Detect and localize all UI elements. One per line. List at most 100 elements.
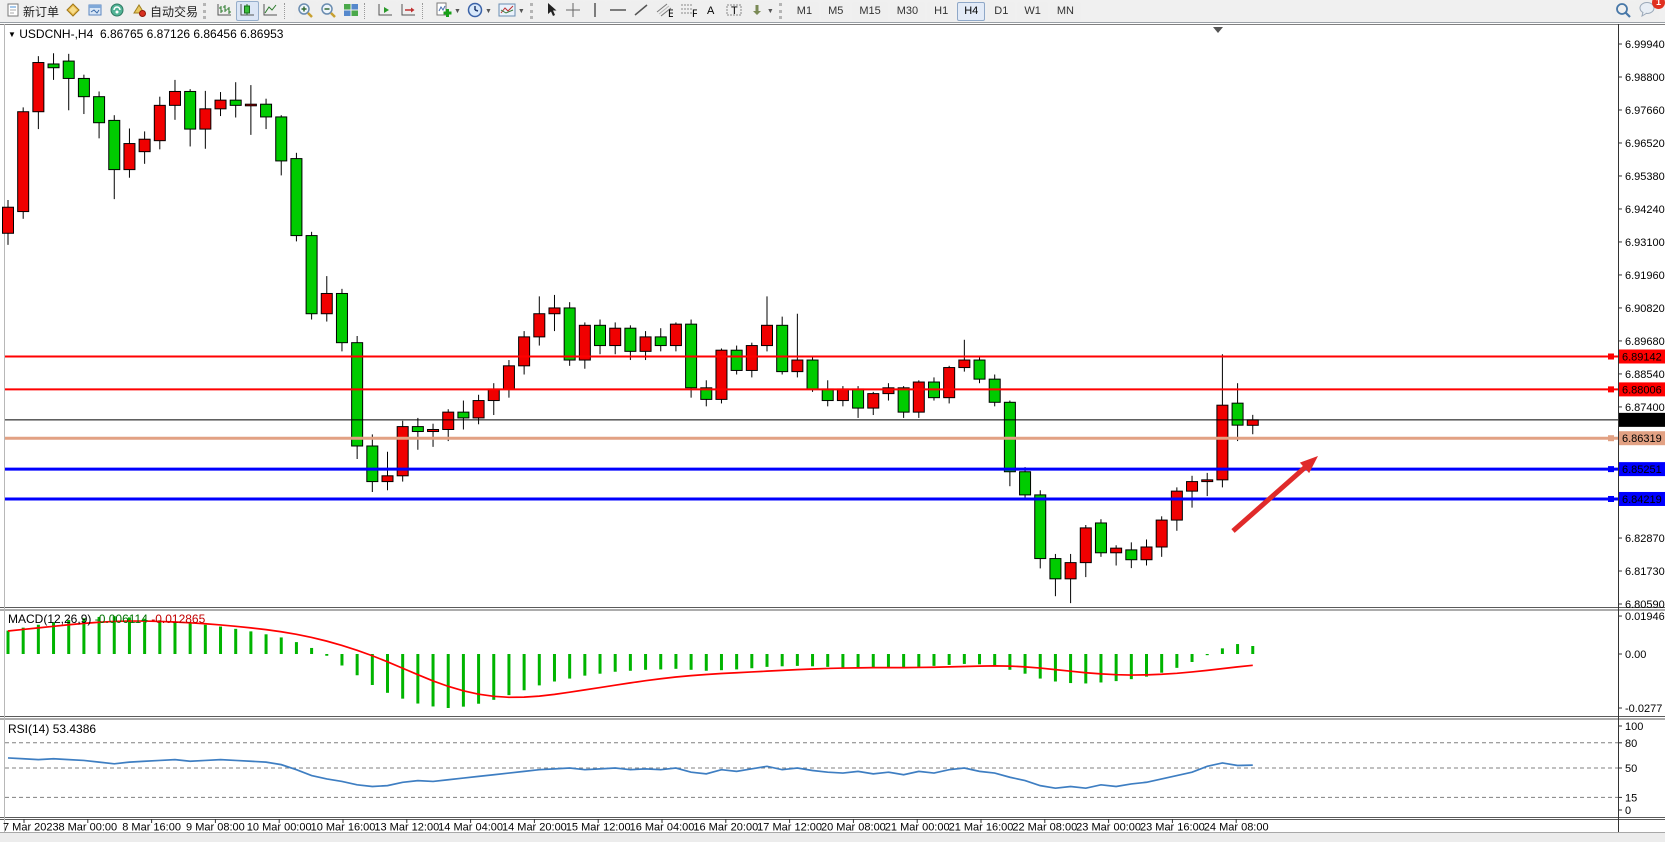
timeframe-D1[interactable]: D1 xyxy=(987,2,1015,21)
svg-text:6.86953: 6.86953 xyxy=(1622,415,1662,427)
timeframe-M1[interactable]: M1 xyxy=(790,2,819,21)
search-button[interactable] xyxy=(1612,1,1635,21)
hline-anchor[interactable] xyxy=(1608,354,1614,360)
candle-body-bull xyxy=(3,207,14,233)
time-axis-label: 16 Mar 04:00 xyxy=(630,822,695,834)
candlestick-chart-button[interactable] xyxy=(236,1,259,21)
equidistant-channel-button[interactable]: E xyxy=(652,1,676,21)
template-button[interactable]: ▼ xyxy=(495,1,528,21)
data-window-icon xyxy=(87,2,103,21)
search-icon xyxy=(1615,2,1632,21)
candle-body-bear xyxy=(1095,523,1106,553)
toolbar-separator xyxy=(284,3,292,19)
navigator-button[interactable] xyxy=(106,1,128,21)
vertical-line-button[interactable] xyxy=(584,1,606,21)
candle-body-bear xyxy=(185,91,196,129)
candle-body-bull xyxy=(1065,563,1076,579)
candle-body-bear xyxy=(412,427,423,432)
text-button[interactable]: A xyxy=(700,1,722,21)
line-chart-button[interactable] xyxy=(259,1,282,21)
zoom-out-button[interactable] xyxy=(317,1,340,21)
candle-body-bull xyxy=(746,346,757,371)
equidistant-channel-icon: E xyxy=(655,2,673,21)
candle-body-bear xyxy=(306,236,317,314)
candle-body-bull xyxy=(1187,482,1198,492)
new-order-label: 新订单 xyxy=(23,3,59,20)
svg-text:6.96520: 6.96520 xyxy=(1625,138,1665,150)
hline-anchor[interactable] xyxy=(1608,466,1614,472)
chart-window[interactable]: 6.999406.988006.976606.965206.953806.942… xyxy=(0,23,1665,842)
svg-text:0: 0 xyxy=(1625,805,1631,817)
hline-anchor[interactable] xyxy=(1608,435,1614,441)
svg-text:6.95380: 6.95380 xyxy=(1625,171,1665,183)
candle-body-bear xyxy=(625,328,636,351)
timeframe-MN[interactable]: MN xyxy=(1050,2,1081,21)
toolbar-separator xyxy=(364,3,372,19)
mt4-window: { "toolbar": { "new_order_label": "新订单",… xyxy=(0,0,1665,842)
time-axis-label: 17 Mar 12:00 xyxy=(757,822,822,834)
text-label-button[interactable]: T xyxy=(722,1,746,21)
timeframe-M15[interactable]: M15 xyxy=(852,2,887,21)
zoom-out-icon xyxy=(320,2,337,21)
svg-text:F: F xyxy=(692,8,697,18)
fibonacci-button[interactable]: F xyxy=(676,1,700,21)
bar-chart-button[interactable] xyxy=(213,1,236,21)
candle-body-bear xyxy=(291,159,302,236)
crosshair-button[interactable] xyxy=(562,1,584,21)
candle-body-bull xyxy=(245,104,256,106)
arrows-button[interactable]: ▼ xyxy=(746,1,777,21)
horizontal-line-button[interactable] xyxy=(606,1,630,21)
candle-body-bear xyxy=(1035,495,1046,559)
hline-anchor[interactable] xyxy=(1608,496,1614,502)
svg-text:6.85251: 6.85251 xyxy=(1622,464,1662,476)
candle-body-bear xyxy=(853,389,864,408)
candle-body-bull xyxy=(640,337,651,351)
candle-body-bull xyxy=(1171,491,1182,520)
tile-windows-button[interactable] xyxy=(340,1,362,21)
auto-trading-button[interactable]: 自动交易 xyxy=(128,1,201,21)
time-axis-label: 24 Mar 08:00 xyxy=(1204,822,1269,834)
text-icon: A xyxy=(704,2,718,21)
candle-body-bear xyxy=(822,389,833,401)
timeframe-M30[interactable]: M30 xyxy=(890,2,925,21)
candle-body-bull xyxy=(1202,480,1213,482)
svg-text:100: 100 xyxy=(1625,721,1643,733)
timeframe-W1[interactable]: W1 xyxy=(1017,2,1048,21)
svg-text:6.94240: 6.94240 xyxy=(1625,204,1665,216)
cursor-button[interactable] xyxy=(540,1,562,21)
candle-body-bear xyxy=(336,293,347,342)
candle-body-bull xyxy=(762,325,773,345)
timeframe-H1[interactable]: H1 xyxy=(927,2,955,21)
add-indicator-button[interactable]: ▼ xyxy=(432,1,464,21)
candle-body-bear xyxy=(564,308,575,360)
candle-body-bear xyxy=(974,360,985,379)
tile-windows-icon xyxy=(343,2,359,21)
new-order-button[interactable]: 新订单 xyxy=(3,1,62,21)
candle-body-bull xyxy=(670,324,681,345)
svg-text:6.84219: 6.84219 xyxy=(1622,494,1662,506)
candle-body-bear xyxy=(1050,559,1061,579)
auto-scroll-button[interactable] xyxy=(374,1,397,21)
candle-body-bull xyxy=(913,382,924,412)
time-axis-label: 14 Mar 04:00 xyxy=(438,822,503,834)
period-clock-button[interactable]: ▼ xyxy=(464,1,495,21)
dropdown-caret: ▼ xyxy=(518,8,525,15)
hline-anchor[interactable] xyxy=(1608,386,1614,392)
timeframe-M5[interactable]: M5 xyxy=(821,2,850,21)
time-axis-label: 8 Mar 00:00 xyxy=(58,822,117,834)
data-window-button[interactable] xyxy=(84,1,106,21)
svg-text:50: 50 xyxy=(1625,763,1637,775)
trendline-button[interactable] xyxy=(630,1,652,21)
candle-body-bull xyxy=(18,112,29,212)
time-axis-label: 13 Mar 12:00 xyxy=(374,822,439,834)
svg-text:6.88540: 6.88540 xyxy=(1625,369,1665,381)
candle-body-bear xyxy=(595,325,606,345)
chart-shift-button[interactable] xyxy=(397,1,420,21)
svg-text:6.87400: 6.87400 xyxy=(1625,402,1665,414)
candle-body-bear xyxy=(1232,403,1243,425)
time-axis-label: 9 Mar 08:00 xyxy=(186,822,245,834)
chart-canvas[interactable]: 6.999406.988006.976606.965206.953806.942… xyxy=(0,23,1665,842)
timeframe-H4[interactable]: H4 xyxy=(957,2,985,21)
zoom-in-button[interactable] xyxy=(294,1,317,21)
market-watch-button[interactable] xyxy=(62,1,84,21)
